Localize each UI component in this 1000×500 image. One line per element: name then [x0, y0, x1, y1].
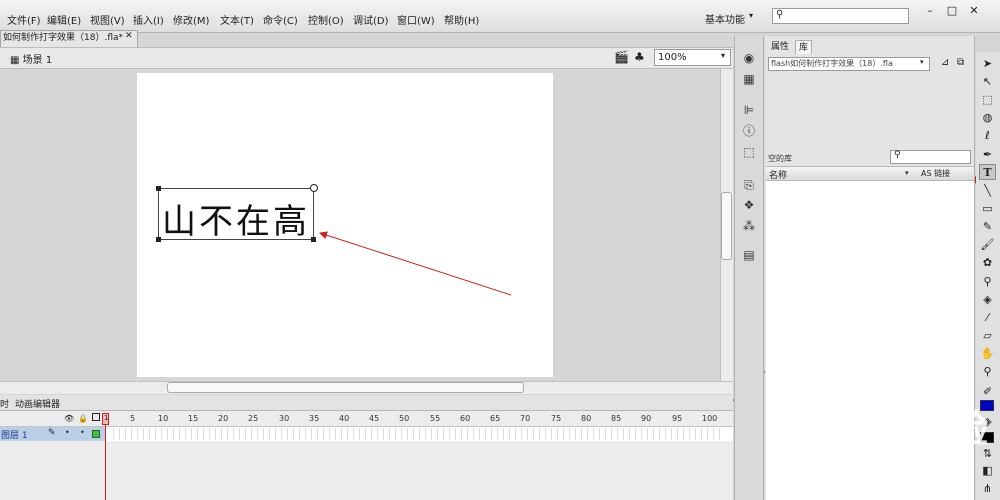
- frame-number: 25: [248, 414, 259, 423]
- outline-icon[interactable]: [92, 413, 100, 421]
- horizontal-scroll-thumb[interactable]: [167, 382, 524, 393]
- frame-number: 70: [520, 414, 531, 423]
- frame-number: 5: [130, 414, 136, 423]
- transform-panel-icon[interactable]: ⬚: [741, 144, 757, 160]
- eye-icon[interactable]: 👁: [64, 414, 74, 423]
- timeline-empty-area: [0, 441, 733, 500]
- search-icon: ⚲: [894, 150, 901, 160]
- library-document-select[interactable]: flash如何制作打字效果（18）.fla: [768, 57, 930, 71]
- frame-number: 20: [218, 414, 229, 423]
- hand-tool-icon[interactable]: ✋: [979, 346, 996, 362]
- playhead-line: [105, 414, 106, 500]
- new-library-icon[interactable]: ⧉: [957, 57, 964, 68]
- tab-motion-editor[interactable]: 动画编辑器: [15, 397, 60, 410]
- baidu-watermark-logo: Bai du 经验: [772, 407, 988, 451]
- timeline-tabs: [0, 395, 733, 411]
- frame-number: 15: [188, 414, 199, 423]
- frame-number: 80: [581, 414, 592, 423]
- code-snippets-icon[interactable]: ⎘: [741, 177, 757, 193]
- frame-number: 75: [551, 414, 562, 423]
- frame-number: 95: [672, 414, 683, 423]
- frame-number: 55: [430, 414, 441, 423]
- frame-number: 85: [611, 414, 622, 423]
- free-transform-tool-icon[interactable]: ⬚: [979, 92, 996, 108]
- baidu-watermark-url: jingyan.baidu.com: [768, 457, 914, 473]
- layer-name[interactable]: 图层 1: [1, 428, 28, 441]
- rectangle-tool-icon[interactable]: ▭: [979, 201, 996, 217]
- pencil-icon: ✎: [48, 428, 56, 438]
- visible-dot-icon[interactable]: •: [65, 428, 70, 437]
- 3d-rotation-tool-icon[interactable]: ◍: [979, 110, 996, 126]
- snap-to-objects-icon[interactable]: ◧: [979, 463, 996, 479]
- subselection-tool-icon[interactable]: ↖: [979, 74, 996, 90]
- frame-number: 65: [490, 414, 501, 423]
- lasso-tool-icon[interactable]: ℓ: [979, 128, 996, 144]
- sort-caret-icon[interactable]: ▾: [905, 169, 909, 177]
- frame-number: 40: [339, 414, 350, 423]
- frame-number: 100: [702, 414, 718, 423]
- tab-timeline[interactable]: 时: [0, 397, 9, 410]
- deco-tool-icon[interactable]: ✿: [979, 255, 996, 271]
- library-search-input[interactable]: ⚲: [890, 150, 971, 164]
- library-empty-label: 空的库: [768, 154, 792, 163]
- frame-number: 50: [399, 414, 410, 423]
- column-as-linkage[interactable]: AS 链接: [921, 168, 950, 179]
- lock-dot-icon[interactable]: •: [80, 428, 85, 437]
- timeline-header: [0, 411, 733, 427]
- line-tool-icon[interactable]: ╲: [979, 183, 996, 199]
- paint-bucket-tool-icon[interactable]: ◈: [979, 292, 996, 308]
- selection-tool-icon[interactable]: ➤: [979, 56, 996, 72]
- pen-tool-icon[interactable]: ✒: [979, 147, 996, 163]
- eyedropper-tool-icon[interactable]: ⁄: [979, 310, 996, 326]
- arrow-to-text: [319, 231, 512, 296]
- frame-number: 60: [460, 414, 471, 423]
- eraser-tool-icon[interactable]: ▱: [979, 328, 996, 344]
- align-panel-icon[interactable]: ⊫: [741, 102, 757, 118]
- frame-number: 90: [641, 414, 652, 423]
- vertical-scroll-thumb[interactable]: [721, 192, 732, 260]
- pencil-tool-icon[interactable]: ✎: [979, 219, 996, 235]
- tab-properties[interactable]: 属性: [768, 40, 792, 54]
- layer-color-icon[interactable]: [92, 430, 100, 438]
- frame-number: 45: [369, 414, 380, 423]
- frame-number: 30: [279, 414, 290, 423]
- motion-presets-icon[interactable]: ⁂: [741, 218, 757, 234]
- components-icon[interactable]: ❖: [741, 197, 757, 213]
- playhead[interactable]: 1: [102, 413, 109, 425]
- frame-number: 10: [158, 414, 169, 423]
- pin-icon[interactable]: ⊿: [941, 57, 949, 68]
- tab-library[interactable]: 库: [795, 40, 813, 54]
- frames-strip[interactable]: [108, 428, 720, 440]
- column-name[interactable]: 名称: [769, 168, 787, 181]
- info-icon[interactable]: ⓘ: [741, 123, 757, 139]
- playhead-frame: 1: [104, 414, 109, 422]
- project-panel-icon[interactable]: ▤: [741, 247, 757, 263]
- chevron-down-icon[interactable]: ▾: [920, 58, 924, 66]
- brush-tool-icon[interactable]: 🖌: [979, 237, 996, 253]
- text-tool-icon[interactable]: T: [979, 164, 996, 180]
- bone-tool-icon[interactable]: ⚲: [979, 274, 996, 290]
- frame-number: 35: [309, 414, 320, 423]
- swatches-panel-icon[interactable]: ▦: [741, 71, 757, 87]
- lock-icon[interactable]: 🔒: [78, 414, 88, 423]
- color-panel-icon[interactable]: ◉: [741, 50, 757, 66]
- smooth-icon[interactable]: ⋔: [979, 481, 996, 497]
- zoom-tool-icon[interactable]: ⚲: [979, 364, 996, 380]
